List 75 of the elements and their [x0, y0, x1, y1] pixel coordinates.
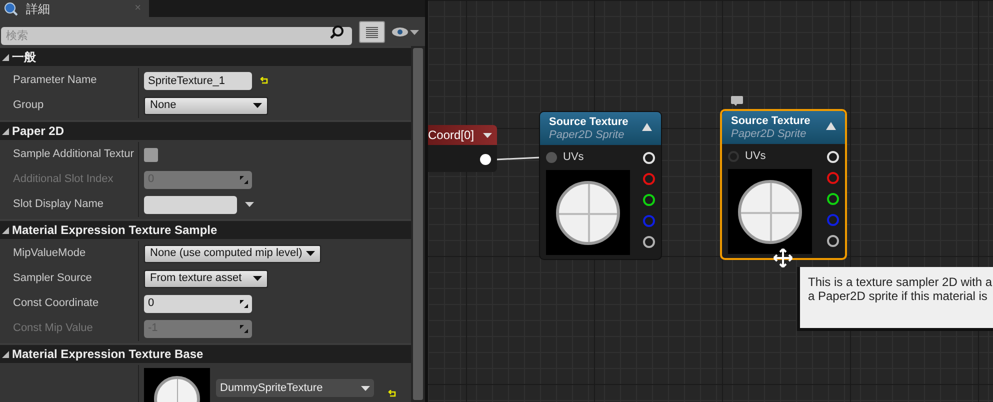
expand-arrow-icon[interactable]: [2, 350, 9, 358]
reset-arrow-icon[interactable]: [388, 390, 397, 398]
drag-spin-icon: [240, 324, 248, 332]
list-view-button[interactable]: [359, 21, 385, 43]
caret-icon: [361, 386, 370, 390]
collapse-arrow-icon[interactable]: [642, 123, 652, 131]
section-title: Material Expression Texture Base: [12, 346, 204, 363]
section-header[interactable]: Material Expression Texture Base: [0, 343, 411, 363]
graph-node[interactable]: Coord[0]: [428, 125, 497, 172]
property-label: Const Mip Value: [13, 321, 93, 336]
eye-icon: [392, 27, 408, 37]
comment-bubble-icon[interactable]: [731, 96, 743, 106]
details-tab[interactable]: 詳細 ×: [0, 0, 149, 17]
dropdown[interactable]: None: [144, 96, 268, 114]
tooltip-text: This is a texture sampler 2D with a a Paper2D sprite if this material is: [808, 275, 993, 303]
asset-dropdown[interactable]: DummySpriteTexture: [216, 379, 374, 397]
number-value: 0: [148, 296, 154, 312]
node-subtitle: Paper2D Sprite: [549, 129, 626, 142]
node-title: Coord[0]: [428, 127, 474, 144]
dropdown[interactable]: From texture asset: [144, 270, 268, 288]
node-subtitle: Paper2D Sprite: [731, 128, 808, 141]
node-title: Source Texture: [731, 115, 810, 128]
pin-label: UVs: [745, 149, 766, 164]
move-cursor-icon: [773, 248, 793, 268]
text-field[interactable]: SpriteTexture_1: [144, 72, 252, 90]
list-icon: [366, 26, 378, 38]
number-field[interactable]: 0: [144, 294, 252, 312]
section-header[interactable]: Paper 2D: [0, 120, 411, 140]
collapse-arrow-icon[interactable]: [826, 122, 836, 130]
output-pin[interactable]: [827, 193, 839, 205]
search-icon: [330, 25, 344, 39]
expand-arrow-icon[interactable]: [2, 226, 9, 234]
output-pin[interactable]: [643, 236, 655, 248]
property-label: Additional Slot Index: [13, 172, 114, 188]
visibility-button[interactable]: [392, 27, 419, 37]
graph-node[interactable]: Source Texture Paper2D Sprite UVs: [539, 111, 662, 260]
checkbox[interactable]: [144, 148, 158, 162]
section-title: Material Expression Texture Sample: [12, 222, 218, 239]
property-label: MipValueMode: [13, 246, 86, 262]
pin-label: UVs: [563, 150, 584, 166]
output-pin[interactable]: [480, 154, 491, 165]
property-label: Sampler Source: [13, 271, 92, 286]
output-pin[interactable]: [643, 194, 655, 206]
scrollbar[interactable]: [413, 48, 423, 400]
reset-arrow-icon[interactable]: [260, 76, 269, 84]
input-pin[interactable]: [546, 152, 557, 163]
texture-thumbnail: [144, 368, 210, 402]
drag-spin-icon: [240, 300, 248, 308]
dropdown[interactable]: None (use computed mip level): [144, 244, 322, 262]
expand-arrow-icon[interactable]: [2, 54, 9, 60]
drag-spin-icon: [240, 176, 248, 184]
property-label: Slot Display Name: [13, 197, 104, 212]
section-header[interactable]: Material Expression Texture Sample: [0, 219, 411, 239]
property-label: Parameter Name: [13, 73, 97, 88]
section-title: Paper 2D: [12, 123, 64, 140]
input-pin[interactable]: [728, 151, 739, 162]
caret-icon: [306, 251, 316, 256]
caret-icon: [245, 202, 254, 207]
details-magnifier-icon: [4, 2, 18, 16]
property-label: Group: [13, 98, 44, 114]
node-title: Source Texture: [549, 116, 628, 129]
caret-icon: [253, 103, 262, 108]
combo-field[interactable]: [144, 196, 237, 214]
section-title: 一般: [12, 49, 36, 66]
caret-icon: [253, 276, 262, 281]
caret-icon: [410, 30, 419, 34]
output-pin[interactable]: [827, 235, 839, 247]
tab-title: 詳細: [26, 0, 50, 18]
caret-icon: [483, 132, 492, 138]
expand-arrow-icon[interactable]: [2, 128, 9, 134]
section-header[interactable]: 一般: [0, 46, 411, 66]
property-label: Sample Additional Textur: [13, 147, 134, 162]
search-field[interactable]: 検索: [1, 27, 352, 45]
graph-node[interactable]: Source Texture Paper2D Sprite UVs: [720, 109, 847, 260]
property-label: Const Coordinate: [13, 296, 99, 312]
